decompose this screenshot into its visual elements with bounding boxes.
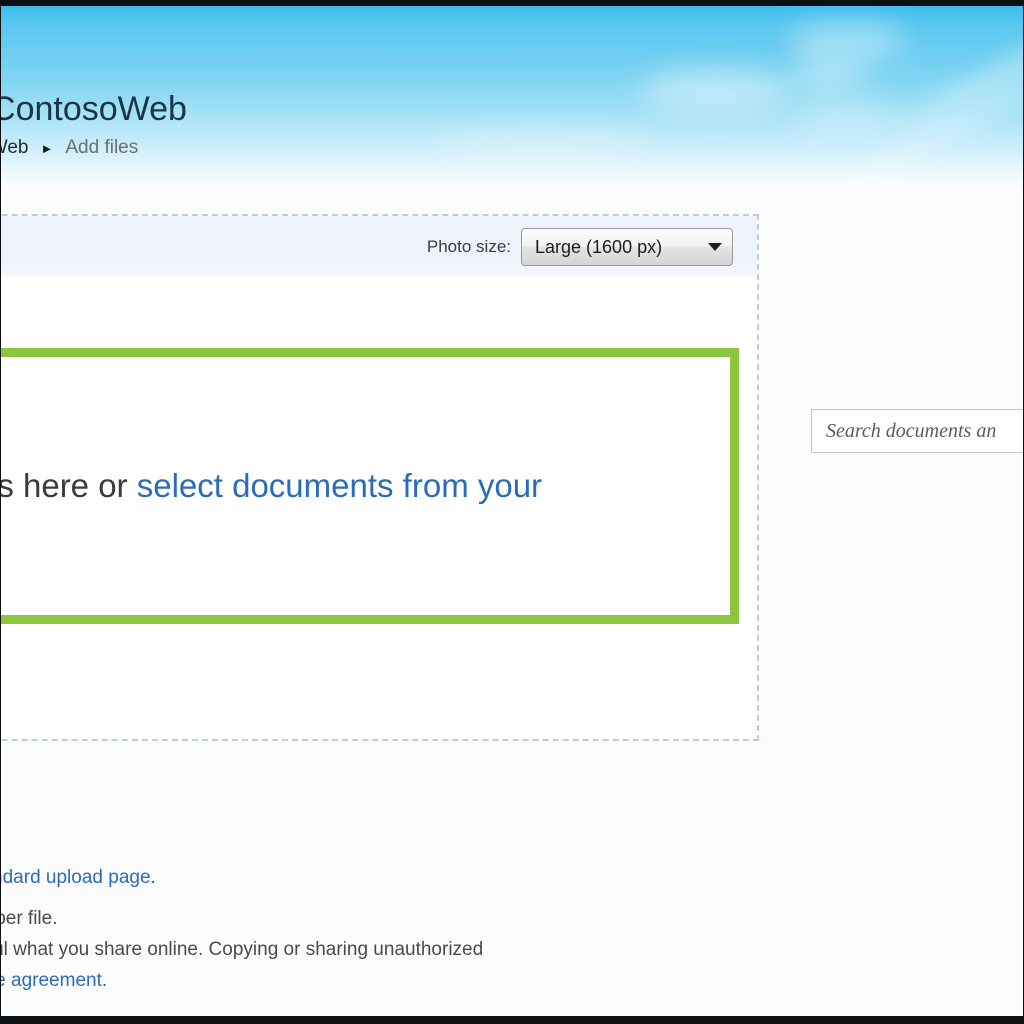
page-header-banner: ...ts to ContosoWeb ContosoWeb ► Add fil…	[1, 6, 1023, 192]
cloud-wisp	[431, 126, 651, 160]
dropzone-toolbar: Photo size: Large (1600 px)	[1, 216, 757, 277]
note-sharing-warning: e careful what you share online. Copying…	[1, 939, 484, 960]
breadcrumb: ContosoWeb ► Add files	[1, 137, 138, 159]
photo-size-selected-value: Large (1600 px)	[535, 236, 663, 257]
cloud-wisp	[641, 68, 791, 114]
note-file-size-limit: 50 MB per file.	[1, 908, 58, 929]
service-agreement-link[interactable]: t service agreement	[1, 970, 102, 991]
breadcrumb-site-link[interactable]: ContosoWeb	[1, 137, 29, 159]
page-title: ...ts to ContosoWeb	[1, 90, 187, 128]
breadcrumb-separator-icon: ►	[40, 140, 54, 156]
search-input[interactable]	[811, 409, 1023, 453]
cloud-wisp	[789, 60, 869, 90]
window-frame: ...ts to ContosoWeb ContosoWeb ► Add fil…	[0, 0, 1024, 1024]
main-content: Photo size: Large (1600 px) ...ents here…	[1, 192, 1023, 1016]
drag-drop-instruction: ...ents here or select documents from yo…	[1, 467, 542, 505]
upload-dropzone-container[interactable]: Photo size: Large (1600 px) ...ents here…	[1, 214, 759, 741]
note-service-agreement: t service agreement.	[1, 971, 107, 990]
photo-size-control: Photo size: Large (1600 px)	[427, 228, 733, 266]
breadcrumb-current-page: Add files	[65, 137, 139, 158]
cloud-wisp	[787, 22, 907, 60]
drag-drop-target[interactable]: ...ents here or select documents from yo…	[1, 348, 739, 624]
browser-viewport: ...ts to ContosoWeb ContosoWeb ► Add fil…	[1, 6, 1023, 1016]
standard-upload-page-link[interactable]: standard upload page	[1, 867, 151, 888]
cloud-wisp	[791, 102, 901, 134]
note-1-suffix: .	[150, 867, 156, 888]
select-documents-link[interactable]: select documents from your	[137, 467, 542, 504]
chevron-down-icon	[708, 243, 722, 251]
drag-drop-instruction-prefix: ...ents here or	[1, 467, 128, 504]
note-standard-upload: the standard upload page.	[1, 868, 156, 887]
photo-size-dropdown[interactable]: Large (1600 px)	[521, 228, 733, 266]
photo-size-label: Photo size:	[426, 237, 511, 256]
note-4-suffix: .	[101, 970, 108, 991]
